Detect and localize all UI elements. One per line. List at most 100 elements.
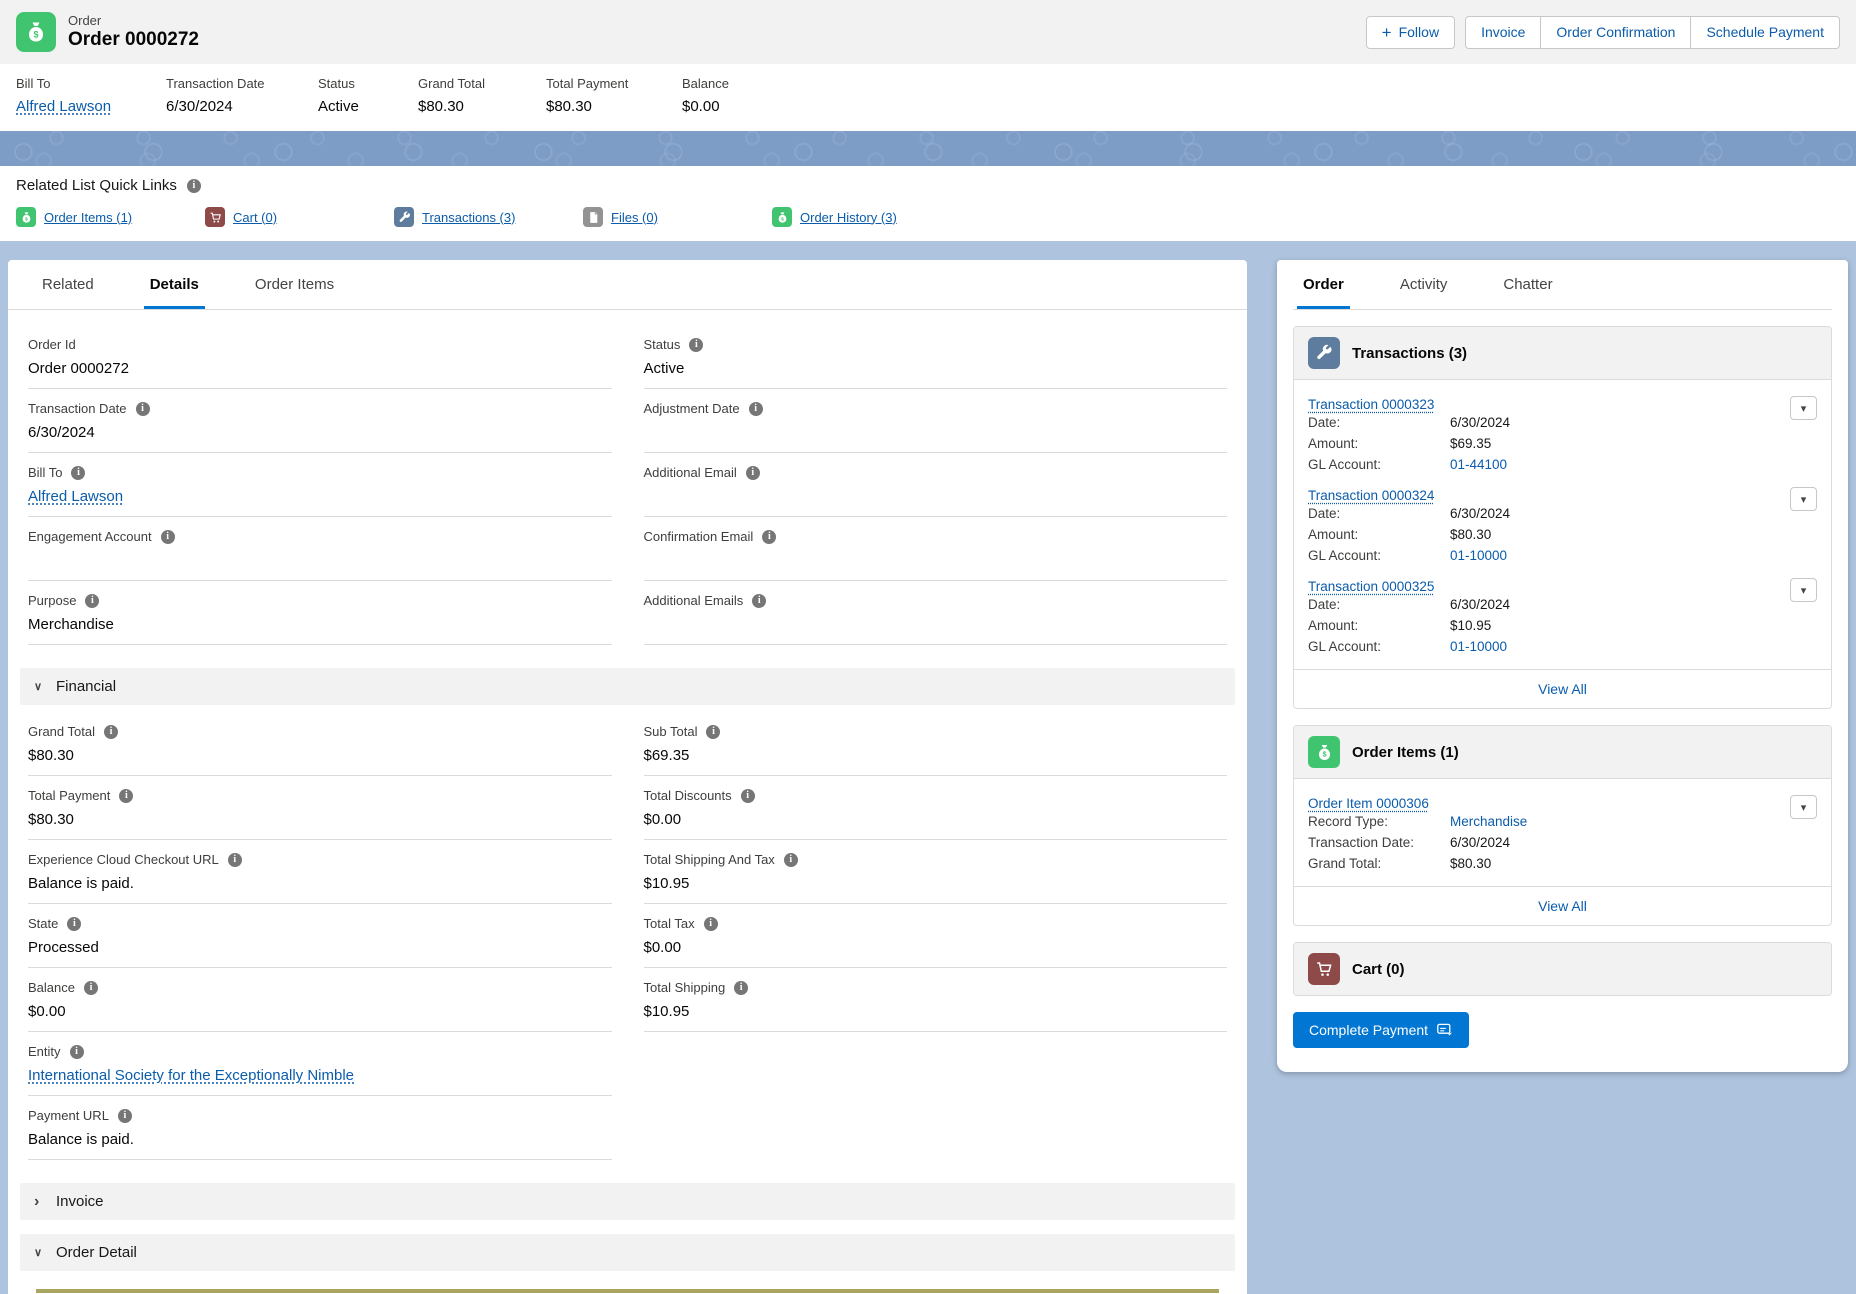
gl-account-link[interactable]: 01-10000 (1450, 545, 1507, 566)
invoice-button[interactable]: Invoice (1465, 16, 1541, 49)
tab-activity[interactable]: Activity (1394, 260, 1454, 309)
transaction-date: 6/30/2024 (1450, 503, 1510, 524)
summary-label: Bill To (16, 76, 154, 91)
row-actions-dropdown[interactable] (1790, 487, 1817, 511)
wrench-icon (1308, 337, 1340, 369)
order-item-entry: Order Item 0000306 Record Type:Merchandi… (1308, 795, 1817, 874)
info-icon[interactable] (762, 530, 776, 544)
svg-text:$: $ (33, 29, 38, 39)
transaction-link[interactable]: Transaction 0000324 (1308, 488, 1434, 503)
info-icon[interactable] (161, 530, 175, 544)
view-all-transactions-link[interactable]: View All (1538, 681, 1587, 697)
field-total-shipping-and-tax: Total Shipping And Tax $10.95 (644, 849, 1228, 904)
info-icon[interactable] (70, 1045, 84, 1059)
tab-details[interactable]: Details (144, 260, 205, 309)
chevron-right-icon (34, 1193, 46, 1211)
transaction-link[interactable]: Transaction 0000323 (1308, 397, 1434, 412)
field-value: $0.00 (644, 937, 1228, 958)
field-additional-email: Additional Email (644, 462, 1228, 517)
info-icon[interactable] (752, 594, 766, 608)
order-items-quick-link[interactable]: Order Items (1) (44, 210, 132, 225)
tab-order-items[interactable]: Order Items (249, 260, 340, 309)
tab-chatter[interactable]: Chatter (1497, 260, 1558, 309)
field-value (644, 614, 1228, 635)
info-icon[interactable] (228, 853, 242, 867)
svg-text:$: $ (781, 216, 784, 222)
info-icon[interactable] (104, 725, 118, 739)
related-list-title[interactable]: Cart (0) (1352, 961, 1405, 978)
row-actions-dropdown[interactable] (1790, 578, 1817, 602)
field-value: Balance is paid. (28, 1129, 612, 1150)
entity-link[interactable]: International Society for the Exceptiona… (28, 1067, 354, 1084)
chevron-down-icon (34, 1246, 46, 1259)
bill-to-link[interactable]: Alfred Lawson (16, 98, 111, 115)
money-bag-icon: $ (16, 207, 36, 227)
summary-value: $80.30 (418, 98, 534, 115)
info-icon[interactable] (734, 981, 748, 995)
info-icon[interactable] (749, 402, 763, 416)
info-icon[interactable] (784, 853, 798, 867)
info-icon[interactable] (71, 466, 85, 480)
cart-icon (205, 207, 225, 227)
related-list-title[interactable]: Order Items (1) (1352, 744, 1459, 761)
quick-link-transactions: Transactions (3) (394, 207, 583, 227)
money-bag-icon: $ (24, 20, 48, 44)
field-value: Merchandise (28, 614, 612, 635)
field-value (644, 550, 1228, 571)
transaction-link[interactable]: Transaction 0000325 (1308, 579, 1434, 594)
follow-button[interactable]: Follow (1366, 16, 1455, 49)
field-value: Processed (28, 937, 612, 958)
file-icon (583, 207, 603, 227)
info-icon[interactable] (67, 917, 81, 931)
info-icon[interactable] (187, 179, 201, 193)
field-additional-emails: Additional Emails (644, 590, 1228, 645)
transactions-quick-link[interactable]: Transactions (3) (422, 210, 515, 225)
summary-label: Status (318, 76, 406, 91)
info-icon[interactable] (741, 789, 755, 803)
info-icon[interactable] (119, 789, 133, 803)
info-icon[interactable] (85, 594, 99, 608)
field-grand-total: Grand Total $80.30 (28, 721, 612, 776)
summary-value: $0.00 (682, 98, 729, 115)
view-all-order-items-link[interactable]: View All (1538, 898, 1587, 914)
field-total-payment: Total Payment $80.30 (28, 785, 612, 840)
gl-account-link[interactable]: 01-44100 (1450, 454, 1507, 475)
quick-links-title: Related List Quick Links (16, 177, 177, 194)
row-actions-dropdown[interactable] (1790, 396, 1817, 420)
info-icon[interactable] (689, 338, 703, 352)
field-purpose: Purpose Merchandise (28, 590, 612, 645)
summary-value: Active (318, 98, 406, 115)
tab-related[interactable]: Related (36, 260, 100, 309)
cart-quick-link[interactable]: Cart (0) (233, 210, 277, 225)
merchandise-subsection: Merchandise Merchandise Id Account Produ… (36, 1289, 1219, 1294)
section-invoice[interactable]: Invoice (20, 1183, 1235, 1220)
order-item-link[interactable]: Order Item 0000306 (1308, 796, 1429, 811)
record-tabs: Related Details Order Items (8, 260, 1247, 310)
order-confirmation-button[interactable]: Order Confirmation (1541, 16, 1691, 49)
info-icon[interactable] (746, 466, 760, 480)
summary-label: Balance (682, 76, 729, 91)
tab-order[interactable]: Order (1297, 260, 1350, 309)
record-type-link[interactable]: Merchandise (1450, 811, 1527, 832)
field-value: Balance is paid. (28, 873, 612, 894)
complete-payment-button[interactable]: Complete Payment (1293, 1012, 1469, 1048)
section-financial[interactable]: Financial (20, 668, 1235, 705)
info-icon[interactable] (118, 1109, 132, 1123)
info-icon[interactable] (136, 402, 150, 416)
field-bill-to: Bill To Alfred Lawson (28, 462, 612, 517)
related-list-title[interactable]: Transactions (3) (1352, 345, 1467, 362)
field-confirmation-email: Confirmation Email (644, 526, 1228, 581)
row-actions-dropdown[interactable] (1790, 795, 1817, 819)
info-icon[interactable] (84, 981, 98, 995)
info-icon[interactable] (706, 725, 720, 739)
order-history-quick-link[interactable]: Order History (3) (800, 210, 897, 225)
schedule-payment-button[interactable]: Schedule Payment (1691, 16, 1840, 49)
transaction-date: 6/30/2024 (1450, 594, 1510, 615)
section-order-detail[interactable]: Order Detail (20, 1234, 1235, 1271)
quick-link-order-history: $ Order History (3) (772, 207, 961, 227)
info-icon[interactable] (704, 917, 718, 931)
gl-account-link[interactable]: 01-10000 (1450, 636, 1507, 657)
bill-to-link[interactable]: Alfred Lawson (28, 488, 123, 505)
field-balance: Balance $0.00 (28, 977, 612, 1032)
files-quick-link[interactable]: Files (0) (611, 210, 658, 225)
